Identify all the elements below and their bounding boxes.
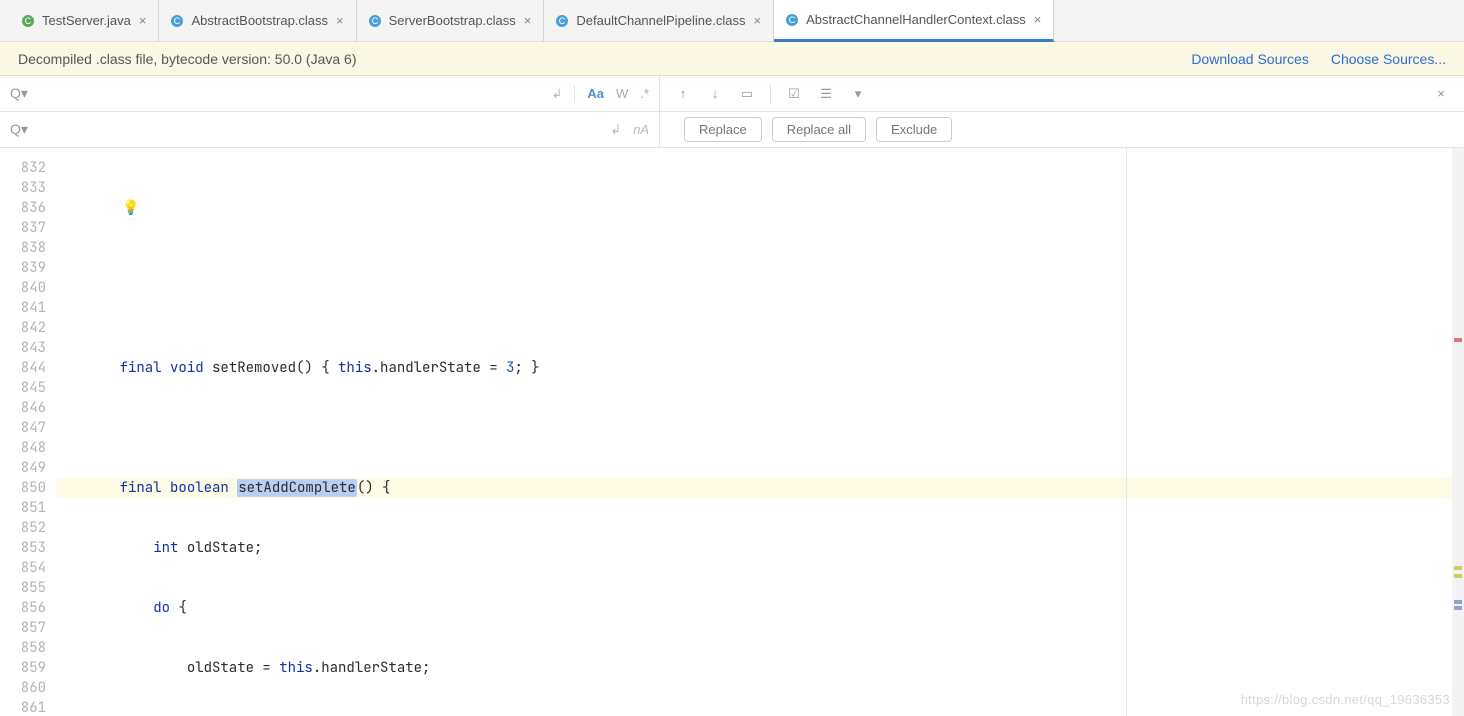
find-toolbar: Q▾ ↲ Aa W .* ↑ ↓ ▭ ☑ ☰ ▾ ×: [0, 76, 1464, 112]
editor-tab-bar: C TestServer.java × C AbstractBootstrap.…: [0, 0, 1464, 42]
line-number-gutter: 832 833 836 837 838 839 840 841 842 843 …: [0, 148, 56, 716]
tab-file-2[interactable]: C ServerBootstrap.class ×: [357, 0, 545, 41]
class-file-icon: C: [367, 13, 383, 29]
replace-input[interactable]: [34, 122, 602, 137]
code-content[interactable]: 💡 final void setRemoved() { this.handler…: [56, 148, 1464, 716]
new-line-icon[interactable]: ↲: [610, 122, 621, 138]
right-margin-guide: [1126, 148, 1127, 716]
tab-label: AbstractBootstrap.class: [191, 13, 328, 28]
class-file-icon: C: [554, 13, 570, 29]
regex-toggle[interactable]: .*: [640, 86, 649, 101]
scrollbar-marks[interactable]: [1452, 148, 1464, 716]
settings-icon[interactable]: ☰: [817, 86, 835, 102]
decompiled-banner: Decompiled .class file, bytecode version…: [0, 42, 1464, 76]
code-editor[interactable]: 832 833 836 837 838 839 840 841 842 843 …: [0, 148, 1464, 716]
tab-file-0[interactable]: C TestServer.java ×: [10, 0, 159, 41]
choose-sources-link[interactable]: Choose Sources...: [1331, 51, 1446, 67]
svg-text:C: C: [371, 16, 378, 26]
search-icon: Q▾: [10, 121, 28, 138]
tab-label: AbstractChannelHandlerContext.class: [806, 12, 1026, 27]
next-match-icon[interactable]: ↓: [706, 86, 724, 101]
watermark-text: https://blog.csdn.net/qq_19636353: [1241, 690, 1450, 710]
tab-file-3[interactable]: C DefaultChannelPipeline.class ×: [544, 0, 774, 41]
select-all-icon[interactable]: ▭: [738, 86, 756, 102]
class-file-icon: C: [20, 13, 36, 29]
close-icon[interactable]: ×: [752, 13, 764, 28]
banner-message: Decompiled .class file, bytecode version…: [18, 51, 357, 67]
match-case-toggle[interactable]: Aa: [587, 86, 604, 101]
tab-label: ServerBootstrap.class: [389, 13, 516, 28]
replace-button[interactable]: Replace: [684, 117, 762, 142]
close-icon[interactable]: ×: [137, 13, 149, 28]
replace-toolbar: Q▾ ↲ nA Replace Replace all Exclude: [0, 112, 1464, 148]
match-word-toggle[interactable]: W: [616, 86, 628, 101]
class-file-icon: C: [169, 13, 185, 29]
svg-text:C: C: [174, 16, 181, 26]
close-icon[interactable]: ×: [334, 13, 346, 28]
filter-icon[interactable]: ▾: [849, 86, 867, 102]
tab-file-4[interactable]: C AbstractChannelHandlerContext.class ×: [774, 0, 1054, 42]
selected-identifier: setAddComplete: [237, 479, 357, 497]
tab-label: DefaultChannelPipeline.class: [576, 13, 745, 28]
download-sources-link[interactable]: Download Sources: [1191, 51, 1309, 67]
prev-match-icon[interactable]: ↑: [674, 86, 692, 101]
svg-text:C: C: [25, 16, 32, 26]
svg-text:C: C: [559, 16, 566, 26]
preserve-case-icon[interactable]: nA: [633, 122, 649, 137]
tab-file-1[interactable]: C AbstractBootstrap.class ×: [159, 0, 356, 41]
intention-bulb-icon[interactable]: 💡: [122, 198, 139, 218]
close-find-icon[interactable]: ×: [1432, 86, 1450, 101]
close-icon[interactable]: ×: [522, 13, 534, 28]
search-icon: Q▾: [10, 85, 28, 102]
close-icon[interactable]: ×: [1032, 12, 1044, 27]
exclude-button[interactable]: Exclude: [876, 117, 952, 142]
new-line-icon[interactable]: ↲: [552, 86, 563, 102]
replace-all-button[interactable]: Replace all: [772, 117, 866, 142]
find-input[interactable]: [34, 86, 544, 101]
svg-text:C: C: [789, 15, 796, 25]
class-file-icon: C: [784, 12, 800, 28]
select-occurrences-icon[interactable]: ☑: [785, 86, 803, 102]
tab-label: TestServer.java: [42, 13, 131, 28]
